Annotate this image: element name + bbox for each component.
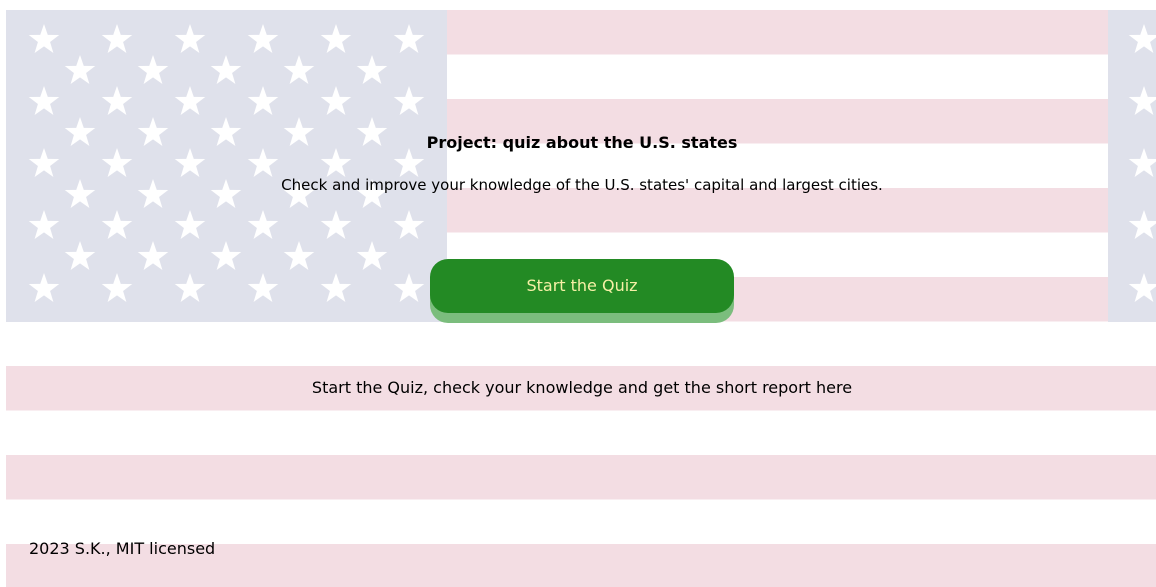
star-icon: [247, 273, 279, 302]
star-icon: [174, 24, 206, 53]
star-icon: [393, 86, 425, 115]
star-icon: [283, 55, 315, 84]
star-icon: [101, 273, 133, 302]
star-icon: [356, 241, 388, 270]
star-icon: [210, 55, 242, 84]
star-icon: [174, 273, 206, 302]
stars-svg-right: [1128, 24, 1156, 302]
star-icon: [137, 241, 169, 270]
star-icon: [101, 86, 133, 115]
page-subtitle: Check and improve your knowledge of the …: [281, 176, 883, 194]
star-icon: [1128, 24, 1156, 53]
star-icon: [320, 210, 352, 239]
flag-canton-stars-right: [1108, 10, 1156, 322]
star-icon: [28, 273, 60, 302]
star-icon: [101, 210, 133, 239]
star-icon: [320, 273, 352, 302]
star-icon: [1128, 273, 1156, 302]
star-icon: [283, 241, 315, 270]
star-icon: [64, 55, 96, 84]
star-icon: [174, 210, 206, 239]
star-icon: [393, 24, 425, 53]
star-icon: [28, 86, 60, 115]
start-quiz-button[interactable]: Start the Quiz: [430, 259, 734, 313]
page: Project: quiz about the U.S. states Chec…: [0, 0, 1156, 587]
star-icon: [356, 55, 388, 84]
quiz-info-text: Start the Quiz, check your knowledge and…: [311, 378, 853, 397]
star-icon: [247, 24, 279, 53]
star-icon: [210, 241, 242, 270]
star-icon: [101, 24, 133, 53]
star-icon: [247, 86, 279, 115]
star-icon: [28, 210, 60, 239]
star-icon: [320, 86, 352, 115]
page-title: Project: quiz about the U.S. states: [426, 133, 738, 152]
star-icon: [393, 210, 425, 239]
star-icon: [137, 55, 169, 84]
flag-canton-stars: [6, 10, 447, 322]
star-icon: [1128, 210, 1156, 239]
stars-svg-left: [28, 24, 425, 302]
star-icon: [1128, 86, 1156, 115]
footer-license: 2023 S.K., MIT licensed: [29, 539, 216, 558]
star-icon: [28, 24, 60, 53]
star-icon: [320, 24, 352, 53]
star-icon: [174, 86, 206, 115]
star-icon: [64, 241, 96, 270]
star-icon: [247, 210, 279, 239]
star-icon: [393, 273, 425, 302]
